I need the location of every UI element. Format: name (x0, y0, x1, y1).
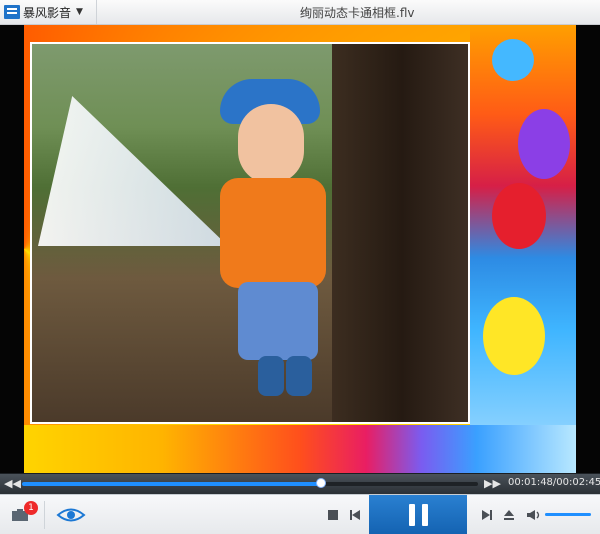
control-divider (44, 501, 45, 529)
step-forward-icon (482, 510, 492, 520)
cartoon-frame-bottom-panel (24, 425, 576, 473)
child-face (238, 104, 304, 184)
cartoon-frame-right-panel (470, 25, 576, 473)
pause-button[interactable] (369, 495, 467, 534)
app-menu-button[interactable]: 暴风影音 ▼ (4, 3, 83, 21)
grape-bubble (492, 39, 534, 81)
title-divider (96, 0, 97, 24)
previous-icon[interactable]: ◀◀ (4, 476, 21, 492)
time-display: 00:01:48/00:02:45 (508, 477, 600, 488)
volume-slider-fill (545, 513, 591, 516)
volume-button[interactable] (523, 505, 545, 525)
chevron-down-icon: ▼ (76, 7, 83, 17)
step-back-button[interactable] (344, 505, 366, 525)
blue-shorts (238, 282, 318, 360)
orange-shirt (220, 178, 326, 288)
toolbox-badge: 1 (24, 501, 38, 515)
red-apple-character (492, 183, 546, 249)
app-name-label: 暴风影音 (23, 5, 72, 20)
file-title: 绚丽动态卡通相框.flv (300, 6, 415, 20)
eject-button[interactable] (498, 505, 520, 525)
right-leg (286, 356, 312, 396)
eye-button[interactable] (56, 505, 86, 525)
purple-fruit-character (518, 109, 570, 179)
pause-icon (408, 503, 428, 526)
step-back-icon (350, 510, 360, 520)
stop-icon (328, 510, 338, 520)
tree-trunk (332, 44, 468, 422)
next-icon[interactable]: ▶▶ (484, 476, 501, 492)
stop-button[interactable] (322, 505, 344, 525)
volume-icon (527, 510, 540, 520)
seek-bar[interactable] (22, 478, 478, 488)
seek-bar-fill (22, 482, 321, 486)
app-logo-icon (4, 5, 20, 19)
yellow-fruit-character (483, 297, 545, 375)
volume-slider[interactable] (545, 513, 591, 516)
video-area[interactable] (0, 25, 600, 473)
video-photo (30, 42, 470, 424)
white-tent (38, 96, 228, 246)
seek-bar-handle[interactable] (315, 478, 326, 488)
progress-bar-row: ◀◀ ▶▶ 00:01:48/00:02:45 (0, 473, 600, 494)
control-bar: 1 (0, 494, 600, 534)
title-bar: 暴风影音 ▼ 绚丽动态卡通相框.flv (0, 0, 600, 25)
left-leg (258, 356, 284, 396)
eye-icon (56, 508, 86, 522)
step-forward-button[interactable] (476, 505, 498, 525)
eject-icon (504, 510, 514, 520)
